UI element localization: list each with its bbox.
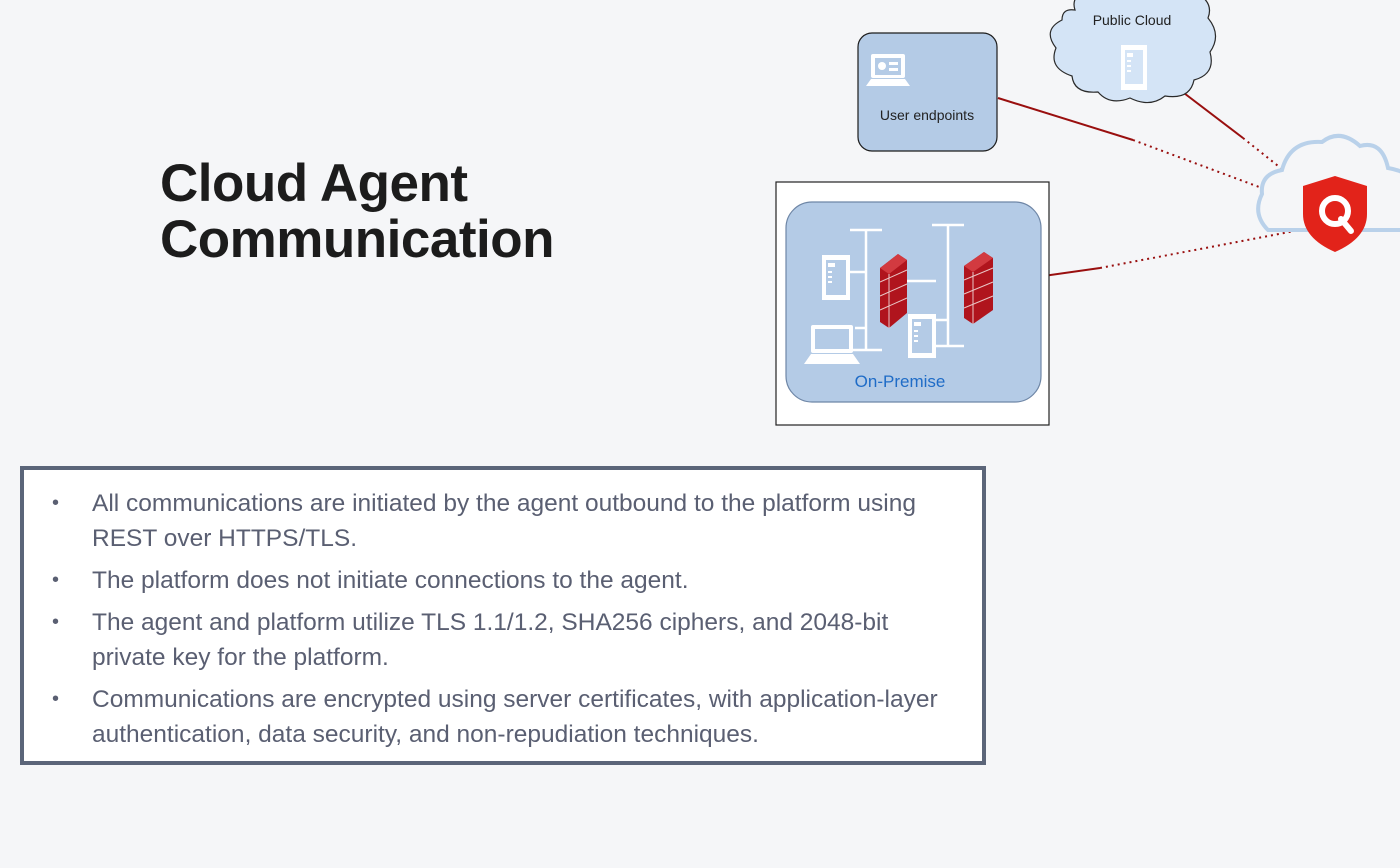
user-endpoints-node: User endpoints xyxy=(857,32,998,152)
user-endpoints-box xyxy=(857,32,998,152)
bullet-item: All communications are initiated by the … xyxy=(52,486,952,556)
architecture-diagram: Public Cloud User endpoints On-Premise xyxy=(775,0,1400,426)
on-premise-label: On-Premise xyxy=(855,372,946,391)
laptop-icon xyxy=(804,325,860,364)
bullet-list-box: All communications are initiated by the … xyxy=(20,466,986,765)
bullet-item: The agent and platform utilize TLS 1.1/1… xyxy=(52,605,952,675)
user-endpoints-label: User endpoints xyxy=(880,107,974,123)
public-cloud-label: Public Cloud xyxy=(1093,12,1172,28)
server-icon xyxy=(1121,45,1147,90)
onprem-connector-dotted xyxy=(1099,229,1301,269)
cloud-connector-solid xyxy=(1179,89,1244,139)
server-icon xyxy=(908,314,936,358)
laptop-icon xyxy=(866,54,910,86)
on-premise-node: On-Premise xyxy=(775,181,1050,426)
bullet-item: The platform does not initiate connectio… xyxy=(52,563,952,598)
qualys-logo xyxy=(1303,176,1367,252)
bullet-item: Communications are encrypted using serve… xyxy=(52,682,952,752)
public-cloud-node: Public Cloud xyxy=(1049,0,1217,104)
platform-cloud-node xyxy=(1256,134,1400,252)
endpoint-connector-solid xyxy=(997,97,1134,141)
server-icon xyxy=(822,255,850,300)
